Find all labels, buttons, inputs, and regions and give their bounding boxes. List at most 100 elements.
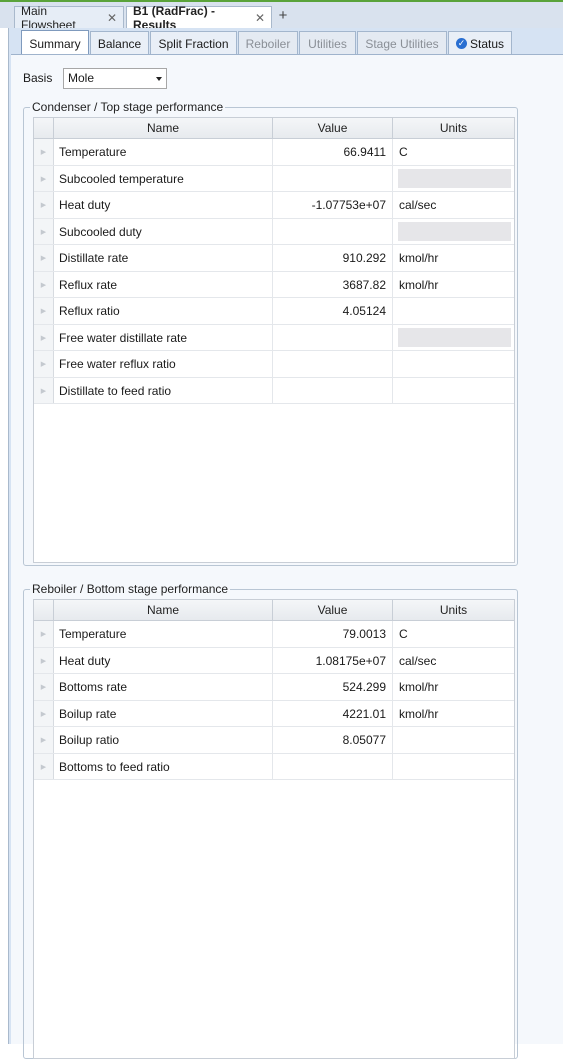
- row-name: Reflux rate: [54, 272, 273, 297]
- row-selector-icon[interactable]: ▶: [34, 192, 54, 218]
- table-row[interactable]: ▶ Distillate rate 910.292 kmol/hr: [34, 245, 514, 272]
- tab-status[interactable]: ✓ Status: [448, 31, 512, 55]
- table-row[interactable]: ▶ Heat duty 1.08175e+07 cal/sec: [34, 648, 514, 674]
- row-value: 79.0013: [273, 621, 393, 647]
- row-value: [273, 166, 393, 191]
- check-circle-icon: ✓: [455, 38, 467, 49]
- units-text: C: [399, 145, 408, 159]
- basis-value: Mole: [68, 71, 95, 85]
- row-units[interactable]: kmol/hr: [393, 701, 514, 726]
- table-row[interactable]: ▶ Free water distillate rate: [34, 325, 514, 351]
- table-row[interactable]: ▶ Boilup rate 4221.01 kmol/hr: [34, 701, 514, 727]
- row-units[interactable]: cal/sec: [393, 648, 514, 673]
- row-units[interactable]: cal/sec: [393, 192, 514, 218]
- tab-stage-utilities[interactable]: Stage Utilities: [357, 31, 447, 55]
- row-name: Temperature: [54, 621, 273, 647]
- row-selector-icon[interactable]: ▶: [34, 378, 54, 403]
- table-row[interactable]: ▶ Temperature 66.9411 C: [34, 139, 514, 166]
- basis-dropdown[interactable]: Mole: [63, 68, 167, 89]
- row-selector-icon[interactable]: ▶: [34, 621, 54, 647]
- row-value: [273, 378, 393, 403]
- reboiler-rows: ▶ Temperature 79.0013 C ▶ Heat duty 1.08175e+0…: [34, 621, 514, 780]
- table-row[interactable]: ▶ Bottoms rate 524.299 kmol/hr: [34, 674, 514, 701]
- row-units[interactable]: kmol/hr: [393, 674, 514, 700]
- table-row[interactable]: ▶ Temperature 79.0013 C: [34, 621, 514, 648]
- tab-label: Reboiler: [245, 36, 291, 51]
- tab-summary[interactable]: Summary: [21, 30, 89, 56]
- close-icon[interactable]: ✕: [107, 11, 117, 25]
- grid-header: Name Value Units: [34, 118, 514, 139]
- row-value: 4221.01: [273, 701, 393, 726]
- tab-label: Balance: [97, 36, 142, 51]
- row-name: Distillate to feed ratio: [54, 378, 273, 403]
- row-selector-icon[interactable]: ▶: [34, 166, 54, 191]
- row-selector-icon[interactable]: ▶: [34, 325, 54, 350]
- table-row[interactable]: ▶ Reflux rate 3687.82 kmol/hr: [34, 272, 514, 298]
- row-name: Distillate rate: [54, 245, 273, 271]
- table-row[interactable]: ▶ Subcooled temperature: [34, 166, 514, 192]
- row-value: 524.299: [273, 674, 393, 700]
- row-value: 4.05124: [273, 298, 393, 324]
- row-units[interactable]: [393, 219, 514, 244]
- row-units[interactable]: [393, 378, 514, 403]
- chevron-down-icon: [156, 77, 162, 81]
- row-name: Free water reflux ratio: [54, 351, 273, 377]
- row-name: Free water distillate rate: [54, 325, 273, 350]
- row-selector-icon[interactable]: ▶: [34, 272, 54, 297]
- condenser-rows: ▶ Temperature 66.9411 C ▶ Subcooled temperatu…: [34, 139, 514, 404]
- form-body: Basis Mole Condenser / Top stage perform…: [11, 54, 563, 1059]
- row-units[interactable]: [393, 351, 514, 377]
- row-selector-icon[interactable]: ▶: [34, 648, 54, 673]
- header-corner: [34, 118, 54, 138]
- header-corner: [34, 600, 54, 620]
- row-selector-icon[interactable]: ▶: [34, 219, 54, 244]
- table-row[interactable]: ▶ Boilup ratio 8.05077: [34, 727, 514, 754]
- table-row[interactable]: ▶ Subcooled duty: [34, 219, 514, 245]
- row-selector-icon[interactable]: ▶: [34, 245, 54, 271]
- document-tab-strip: Main Flowsheet ✕ B1 (RadFrac) - Results …: [0, 0, 563, 32]
- close-icon[interactable]: ✕: [255, 11, 265, 25]
- tab-reboiler[interactable]: Reboiler: [238, 31, 298, 55]
- row-selector-icon[interactable]: ▶: [34, 701, 54, 726]
- row-units[interactable]: kmol/hr: [393, 272, 514, 297]
- row-selector-icon[interactable]: ▶: [34, 139, 54, 165]
- units-text: C: [399, 627, 408, 641]
- table-row[interactable]: ▶ Bottoms to feed ratio: [34, 754, 514, 780]
- row-units[interactable]: C: [393, 621, 514, 647]
- tab-label: Summary: [29, 36, 81, 51]
- row-value: 910.292: [273, 245, 393, 271]
- tab-label: Stage Utilities: [365, 36, 439, 51]
- reboiler-group-title: Reboiler / Bottom stage performance: [30, 582, 231, 596]
- row-selector-icon[interactable]: ▶: [34, 754, 54, 779]
- table-row[interactable]: ▶ Heat duty -1.07753e+07 cal/sec: [34, 192, 514, 219]
- tab-b1-radfrac-results[interactable]: B1 (RadFrac) - Results ✕: [126, 4, 272, 32]
- row-selector-icon[interactable]: ▶: [34, 674, 54, 700]
- table-row[interactable]: ▶ Reflux ratio 4.05124: [34, 298, 514, 325]
- tab-split-fraction[interactable]: Split Fraction: [150, 31, 237, 55]
- row-name: Boilup ratio: [54, 727, 273, 753]
- table-row[interactable]: ▶ Distillate to feed ratio: [34, 378, 514, 404]
- table-row[interactable]: ▶ Free water reflux ratio: [34, 351, 514, 378]
- tab-balance[interactable]: Balance: [90, 31, 149, 55]
- add-tab-icon[interactable]: +: [275, 7, 291, 25]
- reboiler-group: Reboiler / Bottom stage performance Name…: [23, 582, 518, 1059]
- row-selector-icon[interactable]: ▶: [34, 298, 54, 324]
- row-units[interactable]: [393, 727, 514, 753]
- row-units[interactable]: kmol/hr: [393, 245, 514, 271]
- row-units[interactable]: C: [393, 139, 514, 165]
- row-selector-icon[interactable]: ▶: [34, 727, 54, 753]
- row-value: -1.07753e+07: [273, 192, 393, 218]
- basis-label: Basis: [23, 71, 53, 85]
- row-selector-icon[interactable]: ▶: [34, 351, 54, 377]
- row-units[interactable]: [393, 325, 514, 350]
- tab-main-flowsheet[interactable]: Main Flowsheet ✕: [14, 4, 124, 32]
- row-name: Boilup rate: [54, 701, 273, 726]
- tab-utilities[interactable]: Utilities: [299, 31, 356, 55]
- row-units[interactable]: [393, 754, 514, 779]
- row-value: 66.9411: [273, 139, 393, 165]
- row-value: 8.05077: [273, 727, 393, 753]
- results-form: Summary Balance Split Fraction Reboiler …: [8, 28, 563, 1059]
- row-units[interactable]: [393, 166, 514, 191]
- units-text: kmol/hr: [399, 706, 439, 721]
- row-units[interactable]: [393, 298, 514, 324]
